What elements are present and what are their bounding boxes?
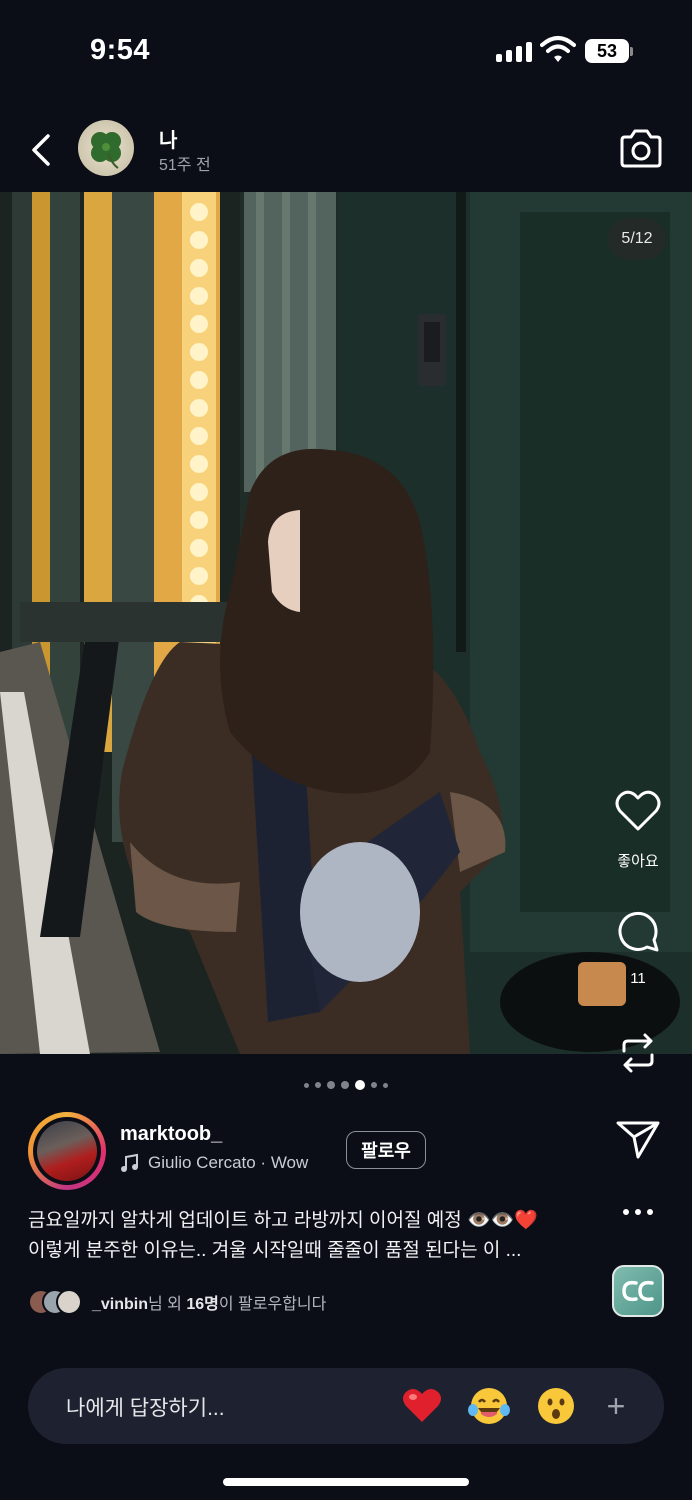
reply-input[interactable]: 나에게 답장하기... [66,1392,225,1422]
like-label: 좋아요 [617,853,659,870]
story-owner-name[interactable]: 나 [159,124,177,153]
story-photo[interactable] [0,192,692,1054]
page-dot [371,1082,377,1088]
eye-emoji-icon: 👁️👁️ [467,1210,515,1231]
page-dot [327,1081,335,1089]
follow-button[interactable]: 팔로우 [346,1131,426,1169]
page-dot [304,1082,309,1088]
clover-icon [91,132,121,169]
home-indicator[interactable] [223,1478,469,1486]
follower-username: _vinbin [92,1296,149,1313]
followers-count: 16명 [186,1296,219,1313]
laughing-tears-reaction-icon[interactable] [467,1384,511,1428]
page-dot [315,1082,321,1088]
photo-page-indicator [0,1080,692,1090]
photo-illustration [0,192,692,1054]
app-shortcut-icon[interactable] [612,1265,664,1317]
more-options-icon[interactable] [612,1186,664,1238]
story-time-ago: 51주 전 [159,157,211,174]
camera-icon[interactable] [616,124,666,174]
followed-by[interactable]: _vinbin님 외 16명이 팔로우합니다 [28,1289,326,1315]
cellular-signal-icon [496,38,532,62]
comment-icon[interactable] [612,905,664,957]
caption-line-2[interactable]: 이렇게 분주한 이유는.. 겨울 시작일때 줄줄이 품절 된다는 이 ... [28,1236,588,1266]
comment-count: 11 [630,970,646,987]
music-note-icon [121,1153,138,1172]
add-reaction-icon[interactable]: + [600,1388,632,1424]
wifi-icon [540,36,576,62]
back-arrow-icon[interactable] [28,130,56,170]
caption-line-1[interactable]: 금요일까지 알차게 업데이트 하고 라방까지 이어질 예정 👁️👁️❤️ [28,1206,588,1236]
status-time: 9:54 [90,34,151,66]
author-username[interactable]: marktoob_ [120,1123,222,1146]
battery-icon: 53 [585,39,629,63]
page-dot [341,1081,349,1089]
story-owner-avatar[interactable] [78,120,134,176]
music-track: Giulio Cercato · Wow [148,1153,309,1172]
author-avatar[interactable] [37,1121,97,1181]
followers-middle: 님 외 [148,1296,187,1313]
photo-counter: 5/12 [608,218,666,260]
music-info[interactable]: Giulio Cercato · Wow [120,1153,308,1173]
repost-icon[interactable] [612,1027,664,1079]
red-heart-reaction-icon[interactable] [400,1384,444,1428]
caption-text-1: 금요일까지 알차게 업데이트 하고 라방까지 이어질 예정 [28,1210,462,1231]
logo-icon [622,1280,654,1302]
page-dot [383,1082,388,1088]
send-icon[interactable] [612,1111,664,1163]
red-heart-emoji-icon: ❤️ [514,1210,538,1231]
page-dot-active [355,1080,365,1090]
heart-icon[interactable] [612,785,664,837]
followers-suffix: 이 팔로우합니다 [218,1296,327,1313]
battery-tip [630,47,633,56]
surprised-face-reaction-icon[interactable] [534,1384,578,1428]
follower-avatar [56,1289,82,1315]
